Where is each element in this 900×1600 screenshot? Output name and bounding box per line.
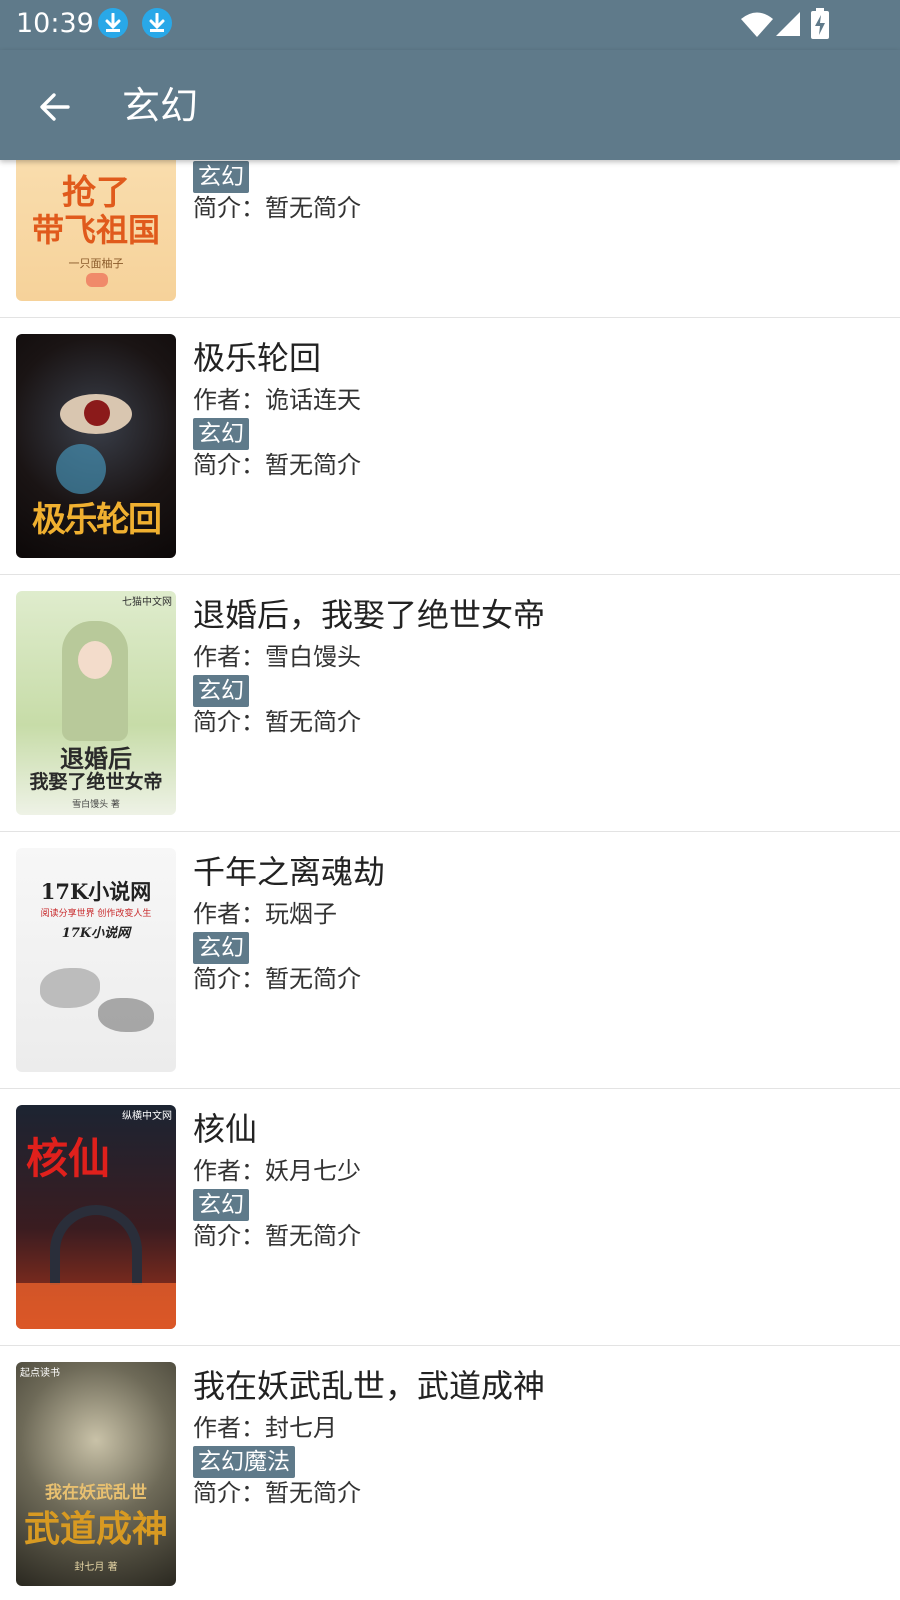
cover-author: 雪白馒头 著 bbox=[72, 800, 120, 810]
book-list-item[interactable]: 17K小说网 阅读分享世界 创作改变人生 17K小说网 千年之离魂劫 作者：玩烟… bbox=[0, 832, 900, 1089]
wifi-icon bbox=[740, 10, 774, 42]
page-title: 玄幻 bbox=[122, 84, 199, 128]
book-title: 退婚后，我娶了绝世女帝 bbox=[193, 596, 546, 634]
book-author: 雪白馒头 bbox=[265, 643, 361, 671]
book-list-item[interactable]: 抢了 带飞祖国 一只面柚子 作者： 玄幻 简介：暂无简介 bbox=[0, 160, 900, 318]
book-author-row: 作者：诡话连天 bbox=[193, 384, 361, 416]
book-title: 极乐轮回 bbox=[193, 339, 322, 377]
cover-decoration bbox=[86, 273, 108, 287]
category-tag: 玄幻 bbox=[193, 932, 249, 964]
book-intro-row: 简介：暂无简介 bbox=[193, 1220, 361, 1252]
author-label: 作者： bbox=[193, 386, 265, 414]
arrow-back-icon bbox=[40, 93, 70, 121]
battery-charging-icon bbox=[810, 8, 830, 44]
intro-label: 简介： bbox=[193, 708, 265, 736]
cover-title: 带飞祖国 bbox=[31, 211, 160, 249]
book-author: 封七月 bbox=[265, 1414, 337, 1442]
book-author-row: 作者：雪白馒头 bbox=[193, 641, 361, 673]
intro-label: 简介： bbox=[193, 451, 265, 479]
cover-face bbox=[78, 641, 112, 679]
cover-logo: 17K小说网 bbox=[61, 926, 131, 941]
book-intro-row: 简介：暂无简介 bbox=[193, 1477, 361, 1509]
cover-title: 核仙 bbox=[25, 1134, 110, 1183]
book-list-item[interactable]: 极乐轮回 极乐轮回 作者：诡话连天 玄幻 简介：暂无简介 bbox=[0, 318, 900, 575]
author-label: 作者： bbox=[193, 643, 265, 671]
book-title: 千年之离魂劫 bbox=[193, 853, 386, 891]
intro-label: 简介： bbox=[193, 194, 265, 222]
book-intro-row: 简介：暂无简介 bbox=[193, 192, 361, 224]
book-intro: 暂无简介 bbox=[265, 1479, 361, 1507]
cover-figure bbox=[62, 621, 128, 741]
book-cover: 17K小说网 阅读分享世界 创作改变人生 17K小说网 bbox=[16, 848, 176, 1072]
book-author: 妖月七少 bbox=[265, 1157, 361, 1185]
cover-title: 我娶了绝世女帝 bbox=[29, 771, 163, 793]
book-list[interactable]: 抢了 带飞祖国 一只面柚子 作者： 玄幻 简介：暂无简介 极乐轮回 极乐轮回 作… bbox=[0, 160, 900, 1600]
book-intro-row: 简介：暂无简介 bbox=[193, 963, 361, 995]
cover-ink-fish bbox=[98, 998, 154, 1032]
cover-publisher: 七猫中文网 bbox=[122, 597, 172, 608]
cover-title: 17K小说网 bbox=[40, 879, 152, 904]
category-tag: 玄幻 bbox=[193, 675, 249, 707]
book-list-item[interactable]: 纵横中文网 核仙 核仙 作者：妖月七少 玄幻 简介：暂无简介 bbox=[0, 1089, 900, 1346]
category-tag: 玄幻 bbox=[193, 418, 249, 450]
download-icon bbox=[98, 8, 128, 38]
download-icon bbox=[142, 8, 172, 38]
book-intro: 暂无简介 bbox=[265, 708, 361, 736]
book-author-row: 作者：妖月七少 bbox=[193, 1155, 361, 1187]
app-bar: 玄幻 bbox=[0, 50, 900, 160]
author-label: 作者： bbox=[193, 900, 265, 928]
book-intro-row: 简介：暂无简介 bbox=[193, 449, 361, 481]
intro-label: 简介： bbox=[193, 965, 265, 993]
back-button[interactable] bbox=[28, 80, 80, 132]
book-intro: 暂无简介 bbox=[265, 1222, 361, 1250]
cover-glow bbox=[16, 1283, 176, 1329]
book-cover: 纵横中文网 核仙 bbox=[16, 1105, 176, 1329]
book-author: 诡话连天 bbox=[265, 386, 361, 414]
cover-title: 极乐轮回 bbox=[32, 500, 162, 540]
book-cover: 七猫中文网 退婚后 我娶了绝世女帝 雪白馒头 著 bbox=[16, 591, 176, 815]
author-label: 作者： bbox=[193, 1414, 265, 1442]
category-tag: 玄幻 bbox=[193, 1189, 249, 1221]
book-cover: 抢了 带飞祖国 一只面柚子 bbox=[16, 160, 176, 301]
intro-label: 简介： bbox=[193, 1479, 265, 1507]
book-list-item[interactable]: 七猫中文网 退婚后 我娶了绝世女帝 雪白馒头 著 退婚后，我娶了绝世女帝 作者：… bbox=[0, 575, 900, 832]
book-title: 核仙 bbox=[193, 1110, 258, 1148]
book-author-row: 作者：封七月 bbox=[193, 1412, 337, 1444]
cover-publisher: 起点读书 bbox=[20, 1368, 60, 1379]
book-author: 玩烟子 bbox=[265, 900, 337, 928]
author-label: 作者： bbox=[193, 1157, 265, 1185]
category-tag: 玄幻魔法 bbox=[193, 1446, 295, 1478]
book-intro-row: 简介：暂无简介 bbox=[193, 706, 361, 738]
book-intro: 暂无简介 bbox=[265, 194, 361, 222]
cover-eye-iris bbox=[84, 400, 110, 426]
intro-label: 简介： bbox=[193, 1222, 265, 1250]
cellular-signal-icon bbox=[774, 10, 802, 42]
book-intro: 暂无简介 bbox=[265, 965, 361, 993]
cover-glow bbox=[56, 444, 106, 494]
book-intro: 暂无简介 bbox=[265, 451, 361, 479]
book-cover: 起点读书 我在妖武乱世 武道成神 封七月 著 bbox=[16, 1362, 176, 1586]
category-tag: 玄幻 bbox=[193, 161, 249, 193]
cover-ink-fish bbox=[40, 968, 100, 1008]
cover-publisher: 纵横中文网 bbox=[122, 1111, 172, 1122]
cover-author: 一只面柚子 bbox=[68, 257, 124, 270]
status-time: 10:39 bbox=[16, 8, 94, 39]
status-bar: 10:39 bbox=[0, 0, 900, 50]
cover-author: 封七月 著 bbox=[74, 1562, 118, 1573]
cover-title: 武道成神 bbox=[23, 1508, 168, 1550]
book-author-row: 作者：玩烟子 bbox=[193, 898, 337, 930]
cover-slogan: 阅读分享世界 创作改变人生 bbox=[40, 909, 152, 919]
book-title: 我在妖武乱世，武道成神 bbox=[193, 1367, 546, 1405]
book-cover: 极乐轮回 bbox=[16, 334, 176, 558]
book-list-item[interactable]: 起点读书 我在妖武乱世 武道成神 封七月 著 我在妖武乱世，武道成神 作者：封七… bbox=[0, 1346, 900, 1600]
cover-arch bbox=[50, 1205, 142, 1285]
